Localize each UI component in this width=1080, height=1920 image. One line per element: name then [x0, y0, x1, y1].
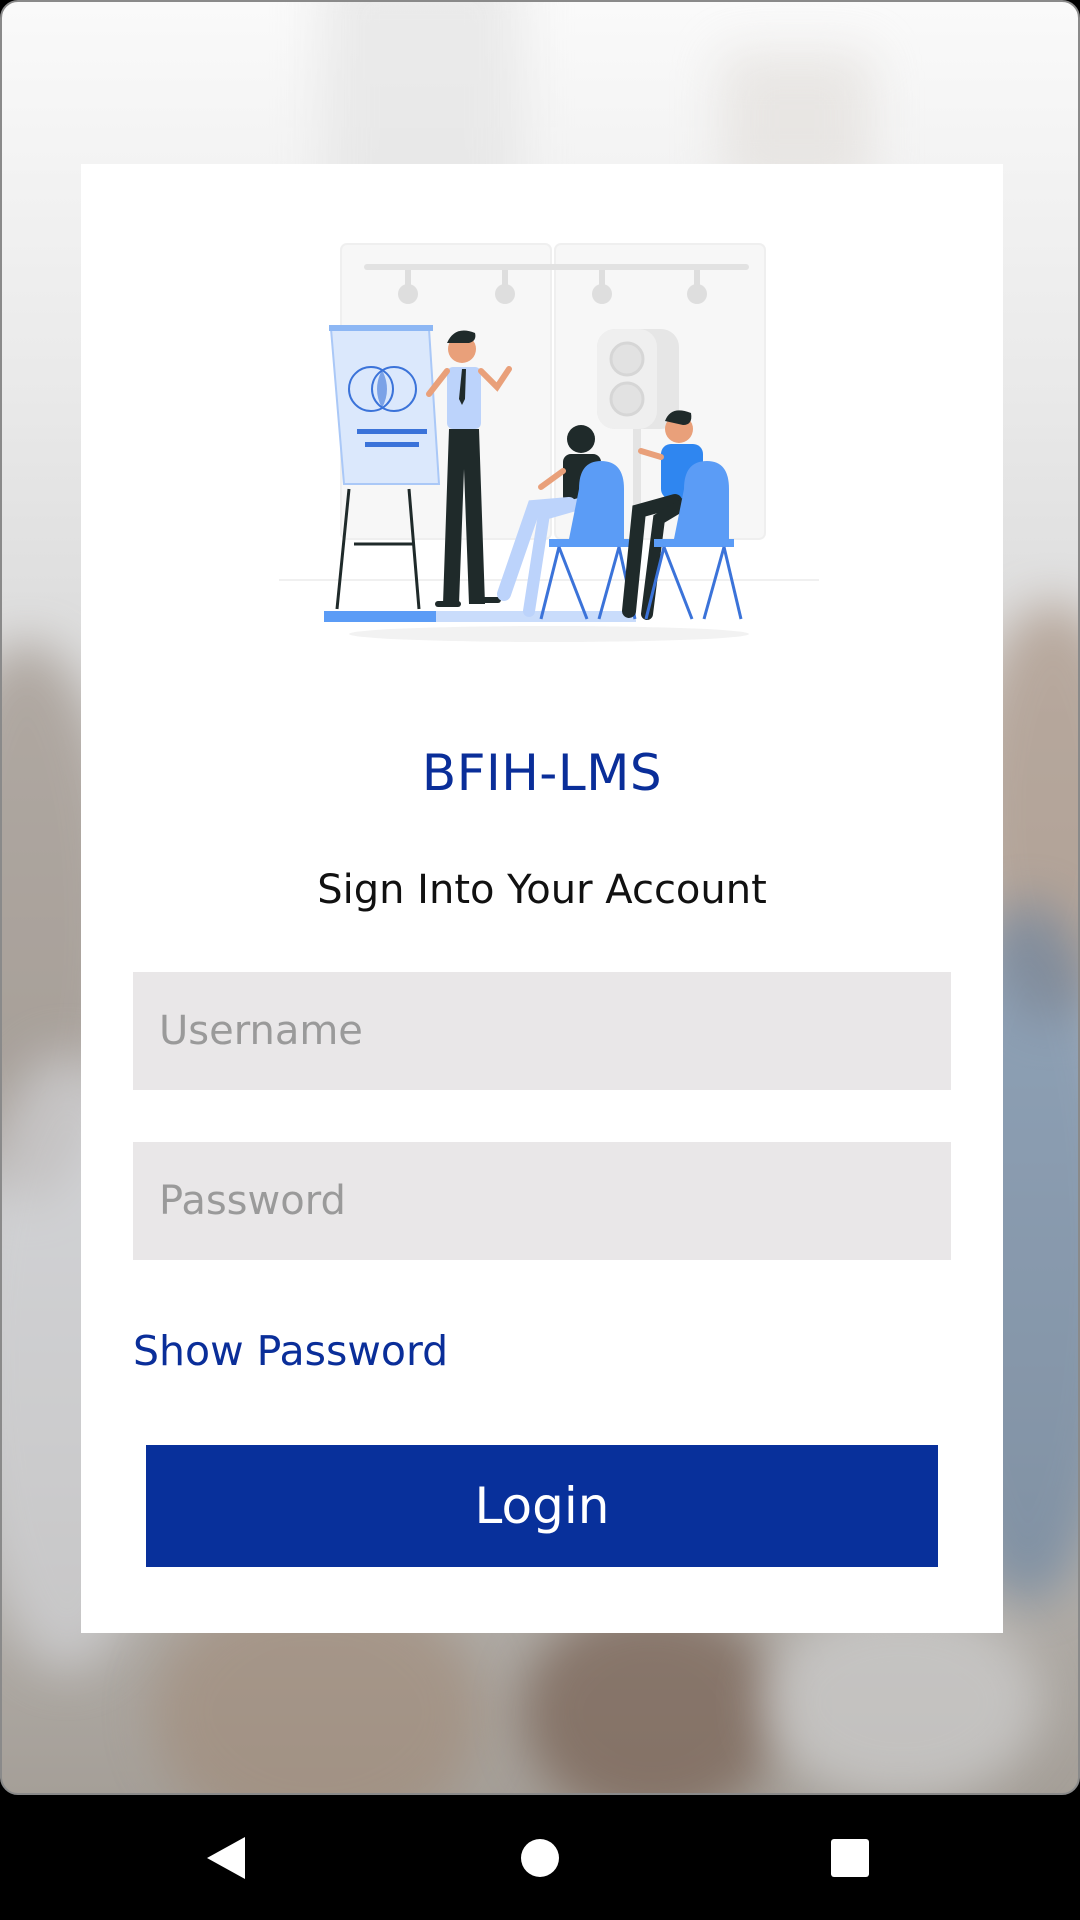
username-input[interactable] — [133, 972, 951, 1090]
presentation-illustration — [279, 243, 819, 642]
recents-square-icon — [831, 1838, 869, 1877]
nav-home-button[interactable] — [480, 1795, 600, 1920]
back-triangle-icon — [207, 1836, 245, 1879]
screen: BFIH-LMS Sign Into Your Account Show Pas… — [0, 0, 1080, 1920]
login-button[interactable]: Login — [146, 1445, 938, 1567]
sign-in-subtitle: Sign Into Your Account — [317, 867, 767, 913]
login-card: BFIH-LMS Sign Into Your Account Show Pas… — [81, 164, 1003, 1633]
home-circle-icon — [521, 1838, 559, 1877]
show-password-link[interactable]: Show Password — [133, 1327, 448, 1375]
nav-back-button[interactable] — [166, 1795, 286, 1920]
password-input[interactable] — [133, 1142, 951, 1260]
nav-recents-button[interactable] — [790, 1795, 910, 1920]
android-nav-bar — [0, 1795, 1080, 1920]
app-background: BFIH-LMS Sign Into Your Account Show Pas… — [0, 0, 1080, 1795]
app-title: BFIH-LMS — [421, 744, 663, 802]
